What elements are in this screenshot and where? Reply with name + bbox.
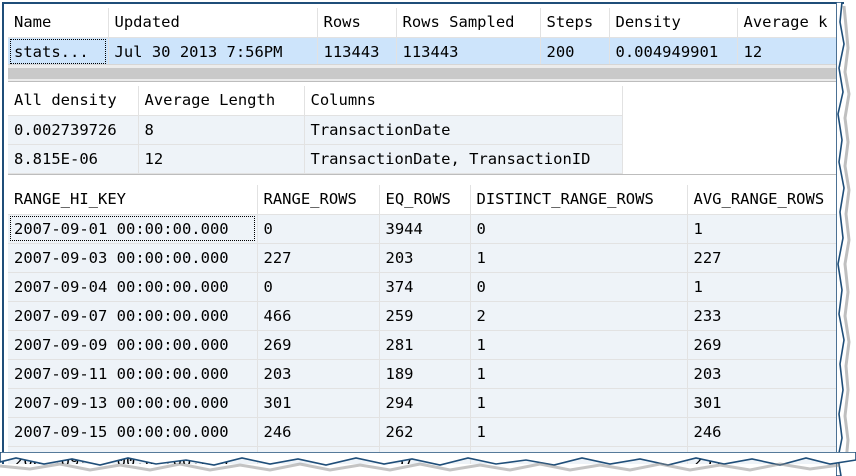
column-header[interactable]: DISTINCT_RANGE_ROWS (470, 185, 688, 215)
cell[interactable]: 2 (470, 301, 688, 331)
table-row[interactable]: 2007-09-04 00:00:00.000 0 374 0 1 (8, 272, 838, 302)
column-header[interactable]: Updated (108, 8, 318, 38)
cell[interactable]: 1 (470, 417, 688, 447)
torn-edge-right (836, 2, 851, 476)
cell[interactable]: 301 (687, 388, 838, 418)
cell[interactable]: 2007-09-01 00:00:00.000 (8, 214, 258, 244)
cell[interactable]: 3944 (379, 214, 471, 244)
cell[interactable]: 203 (687, 359, 838, 389)
density-vector-grid: All density Average Length Columns 0.002… (8, 86, 623, 174)
cell[interactable]: 8 (138, 115, 305, 145)
cell[interactable]: 301 (257, 388, 380, 418)
cell[interactable]: 1 (687, 272, 838, 302)
cell[interactable]: 259 (379, 301, 471, 331)
cell[interactable]: 1 (470, 388, 688, 418)
table-row[interactable]: 2007-09-01 00:00:00.000 0 3944 0 1 (8, 214, 838, 244)
cell[interactable]: stats... (8, 37, 109, 67)
cell[interactable]: 0.004949901 (609, 37, 738, 67)
table-row[interactable]: 0.002739726 8 TransactionDate (8, 115, 623, 145)
cell[interactable]: Jul 30 2013 7:56PM (108, 37, 318, 67)
cell[interactable]: 200 (540, 37, 610, 67)
cell[interactable]: 2007-09-15 00:00:00.000 (8, 417, 258, 447)
cell[interactable]: 0 (257, 214, 380, 244)
cell[interactable]: 1 (470, 359, 688, 389)
cell[interactable]: 227 (687, 243, 838, 273)
column-header[interactable]: All density (8, 86, 139, 116)
results-pane: Name Updated Rows Rows Sampled Steps Den… (2, 2, 844, 464)
cell[interactable]: 203 (379, 243, 471, 273)
cell[interactable]: 203 (257, 359, 380, 389)
cell[interactable]: 12 (138, 144, 305, 174)
column-header[interactable]: Columns (304, 86, 623, 116)
stats-header-column-row: Name Updated Rows Rows Sampled Steps Den… (8, 8, 841, 38)
table-row[interactable]: 8.815E-06 12 TransactionDate, Transactio… (8, 144, 623, 174)
torn-edge-bottom (0, 452, 856, 472)
column-header[interactable]: Average k (737, 8, 841, 38)
cell[interactable]: 1 (470, 330, 688, 360)
column-header[interactable]: Rows Sampled (396, 8, 541, 38)
column-header[interactable]: AVG_RANGE_ROWS (687, 185, 838, 215)
cell[interactable]: 269 (687, 330, 838, 360)
histogram-column-row: RANGE_HI_KEY RANGE_ROWS EQ_ROWS DISTINCT… (8, 185, 838, 215)
table-row[interactable]: 2007-09-15 00:00:00.000 246 262 1 246 (8, 417, 838, 447)
cell[interactable]: 2007-09-11 00:00:00.000 (8, 359, 258, 389)
cell[interactable]: 2007-09-09 00:00:00.000 (8, 330, 258, 360)
cell[interactable]: 113443 (317, 37, 397, 67)
table-row[interactable]: 2007-09-09 00:00:00.000 269 281 1 269 (8, 330, 838, 360)
cell[interactable]: 2007-09-04 00:00:00.000 (8, 272, 258, 302)
column-header[interactable]: EQ_ROWS (379, 185, 471, 215)
cell[interactable]: 0.002739726 (8, 115, 139, 145)
column-header[interactable]: RANGE_HI_KEY (8, 185, 258, 215)
cell[interactable]: 246 (687, 417, 838, 447)
cell[interactable]: 1 (687, 214, 838, 244)
cell[interactable]: 2007-09-03 00:00:00.000 (8, 243, 258, 273)
histogram-grid: RANGE_HI_KEY RANGE_ROWS EQ_ROWS DISTINCT… (8, 185, 838, 464)
cell[interactable]: 281 (379, 330, 471, 360)
scrollbar-thumb[interactable] (8, 68, 836, 79)
cell[interactable]: 294 (379, 388, 471, 418)
cell[interactable]: 2007-09-07 00:00:00.000 (8, 301, 258, 331)
cell[interactable]: 0 (470, 214, 688, 244)
stats-header-grid: Name Updated Rows Rows Sampled Steps Den… (8, 8, 841, 67)
cell[interactable]: 12 (737, 37, 841, 67)
cell[interactable]: 269 (257, 330, 380, 360)
cell[interactable]: 466 (257, 301, 380, 331)
column-header[interactable]: Name (8, 8, 109, 38)
cell[interactable]: 233 (687, 301, 838, 331)
cell[interactable]: 246 (257, 417, 380, 447)
cell[interactable]: 374 (379, 272, 471, 302)
cell[interactable]: 1 (470, 243, 688, 273)
horizontal-scrollbar[interactable] (8, 64, 840, 81)
table-row[interactable]: stats... Jul 30 2013 7:56PM 113443 11344… (8, 37, 841, 67)
column-header[interactable]: RANGE_ROWS (257, 185, 380, 215)
cell[interactable]: 227 (257, 243, 380, 273)
column-header[interactable]: Density (609, 8, 738, 38)
column-header[interactable]: Average Length (138, 86, 305, 116)
cell[interactable]: 2007-09-13 00:00:00.000 (8, 388, 258, 418)
table-row[interactable]: 2007-09-03 00:00:00.000 227 203 1 227 (8, 243, 838, 273)
cell[interactable]: 113443 (396, 37, 541, 67)
table-row[interactable]: 2007-09-11 00:00:00.000 203 189 1 203 (8, 359, 838, 389)
density-column-row: All density Average Length Columns (8, 86, 623, 116)
cell[interactable]: 189 (379, 359, 471, 389)
cell[interactable]: 262 (379, 417, 471, 447)
cell[interactable]: 8.815E-06 (8, 144, 139, 174)
cell[interactable]: TransactionDate, TransactionID (304, 144, 623, 174)
column-header[interactable]: Rows (317, 8, 397, 38)
table-row[interactable]: 2007-09-07 00:00:00.000 466 259 2 233 (8, 301, 838, 331)
grid-divider[interactable] (8, 174, 840, 184)
cell[interactable]: 0 (470, 272, 688, 302)
column-header[interactable]: Steps (540, 8, 610, 38)
cell[interactable]: 0 (257, 272, 380, 302)
table-row[interactable]: 2007-09-13 00:00:00.000 301 294 1 301 (8, 388, 838, 418)
cell[interactable]: TransactionDate (304, 115, 623, 145)
